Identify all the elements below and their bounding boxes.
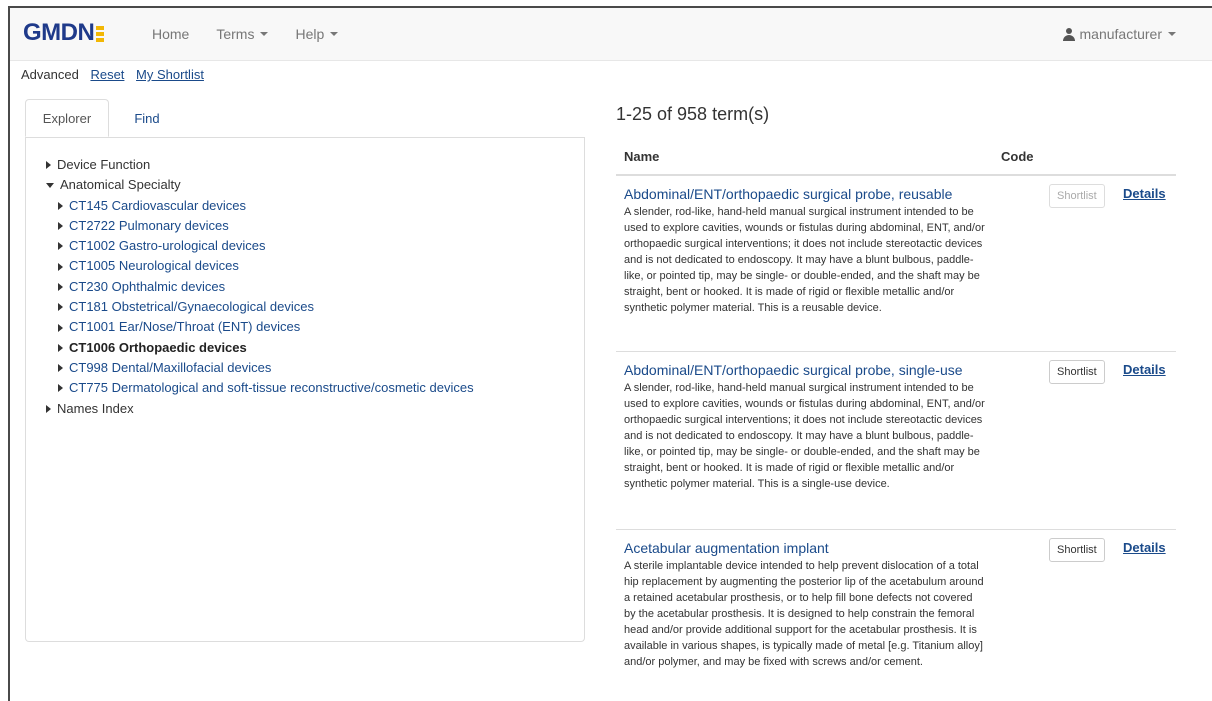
- tree-node-label: Anatomical Specialty: [60, 177, 181, 193]
- tree-node-device-function[interactable]: Device Function: [46, 155, 474, 175]
- tree-node-ct1006-selected[interactable]: CT1006 Orthopaedic devices: [46, 338, 474, 358]
- user-menu-dropdown[interactable]: manufacturer: [1062, 26, 1176, 42]
- tree-node-ct230[interactable]: CT230 Ophthalmic devices: [46, 277, 474, 297]
- collapse-icon: [46, 182, 54, 188]
- nav-help-dropdown[interactable]: Help: [295, 26, 339, 42]
- tree-node-ct1001[interactable]: CT1001 Ear/Nose/Throat (ENT) devices: [46, 317, 474, 337]
- expand-icon: [58, 242, 63, 251]
- brand-text: GMDN: [23, 19, 95, 46]
- caret-down-icon: [260, 32, 269, 36]
- tree-node-label: CT181 Obstetrical/Gynaecological devices: [69, 299, 314, 315]
- tree-node-label: Device Function: [57, 157, 151, 172]
- navbar: GMDN Home Terms Help manufacturer: [10, 8, 1212, 61]
- my-shortlist-link[interactable]: My Shortlist: [136, 67, 204, 82]
- term-description: A sterile implantable device intended to…: [624, 560, 984, 668]
- table-row: Abdominal/ENT/orthopaedic surgical probe…: [616, 352, 1176, 530]
- nav-menu: Home Terms Help: [152, 26, 365, 42]
- shortlist-button[interactable]: Shortlist: [1049, 184, 1105, 208]
- expand-icon: [58, 364, 63, 373]
- tree-node-ct775[interactable]: CT775 Dermatological and soft-tissue rec…: [46, 378, 474, 398]
- tree-node-ct998[interactable]: CT998 Dental/Maxillofacial devices: [46, 358, 474, 378]
- details-link[interactable]: Details: [1123, 540, 1166, 555]
- expand-icon: [58, 323, 63, 332]
- reset-link[interactable]: Reset: [90, 67, 124, 82]
- shortlist-button[interactable]: Shortlist: [1049, 360, 1105, 384]
- advanced-label: Advanced: [21, 67, 79, 82]
- expand-icon: [58, 303, 63, 312]
- user-icon: [1062, 27, 1075, 41]
- tree-node-label: CT775 Dermatological and soft-tissue rec…: [69, 380, 474, 396]
- term-name-link[interactable]: Abdominal/ENT/orthopaedic surgical probe…: [624, 362, 963, 378]
- explorer-panel: Device Function Anatomical Specialty CT1…: [25, 137, 585, 642]
- details-link[interactable]: Details: [1123, 362, 1166, 377]
- table-row: Acetabular augmentation implant A steril…: [616, 530, 1176, 701]
- nav-home-label: Home: [152, 26, 190, 42]
- term-name-link[interactable]: Acetabular augmentation implant: [624, 540, 829, 556]
- nav-home[interactable]: Home: [152, 26, 189, 42]
- tree-node-label: CT230 Ophthalmic devices: [69, 278, 226, 294]
- tree-node-label: CT1006 Orthopaedic devices: [69, 339, 247, 355]
- column-header-name: Name: [624, 149, 660, 164]
- tree-node-label: CT1001 Ear/Nose/Throat (ENT) devices: [69, 319, 301, 335]
- tree-node-ct2722[interactable]: CT2722 Pulmonary devices: [46, 216, 474, 236]
- expand-icon: [58, 282, 63, 291]
- search-links: Advanced Reset My Shortlist: [21, 67, 212, 82]
- column-header-code: Code: [1001, 149, 1034, 164]
- shortlist-button[interactable]: Shortlist: [1049, 538, 1105, 562]
- category-tree: Device Function Anatomical Specialty CT1…: [46, 155, 474, 419]
- nav-help-label: Help: [295, 26, 325, 42]
- tree-node-label: CT145 Cardiovascular devices: [69, 197, 247, 213]
- tree-node-ct145[interactable]: CT145 Cardiovascular devices: [46, 196, 474, 216]
- left-tabs: Explorer Find: [25, 99, 585, 138]
- tree-node-label: Names Index: [57, 400, 134, 416]
- expand-icon: [58, 222, 63, 231]
- details-link[interactable]: Details: [1123, 186, 1166, 201]
- gmdn-logo[interactable]: GMDN: [23, 19, 105, 47]
- term-description: A slender, rod-like, hand-held manual su…: [624, 382, 985, 490]
- tree-node-ct1005[interactable]: CT1005 Neurological devices: [46, 256, 474, 276]
- term-description: A slender, rod-like, hand-held manual su…: [624, 206, 985, 314]
- nav-terms-dropdown[interactable]: Terms: [216, 26, 269, 42]
- logo-mark-icon: [96, 24, 105, 42]
- tree-node-label: CT1002 Gastro-urological devices: [69, 238, 266, 254]
- tree-node-anatomical-specialty[interactable]: Anatomical Specialty: [46, 175, 474, 195]
- results-count: 1-25 of 958 term(s): [616, 104, 770, 124]
- tree-node-label: CT998 Dental/Maxillofacial devices: [69, 359, 272, 375]
- expand-icon: [58, 384, 63, 393]
- tree-node-ct181[interactable]: CT181 Obstetrical/Gynaecological devices: [46, 297, 474, 317]
- expand-icon: [46, 404, 51, 413]
- expand-icon: [58, 201, 63, 210]
- expand-icon: [46, 161, 51, 170]
- tree-node-label: CT1005 Neurological devices: [69, 258, 239, 274]
- table-row: Abdominal/ENT/orthopaedic surgical probe…: [616, 176, 1176, 352]
- expand-icon: [58, 262, 63, 271]
- app-frame: GMDN Home Terms Help manufacturer Advanc…: [8, 6, 1212, 701]
- tab-explorer[interactable]: Explorer: [25, 99, 109, 137]
- expand-icon: [58, 343, 63, 352]
- results-table: Name Code Abdominal/ENT/orthopaedic surg…: [616, 146, 1176, 701]
- caret-down-icon: [1168, 32, 1176, 36]
- tree-node-ct1002[interactable]: CT1002 Gastro-urological devices: [46, 236, 474, 256]
- term-name-link[interactable]: Abdominal/ENT/orthopaedic surgical probe…: [624, 186, 952, 202]
- results-header: Name Code: [616, 146, 1176, 176]
- caret-down-icon: [330, 32, 339, 36]
- user-name: manufacturer: [1079, 26, 1162, 42]
- nav-terms-label: Terms: [216, 26, 255, 42]
- tab-find[interactable]: Find: [123, 99, 171, 137]
- tree-node-label: CT2722 Pulmonary devices: [69, 217, 229, 233]
- tree-node-names-index[interactable]: Names Index: [46, 399, 474, 419]
